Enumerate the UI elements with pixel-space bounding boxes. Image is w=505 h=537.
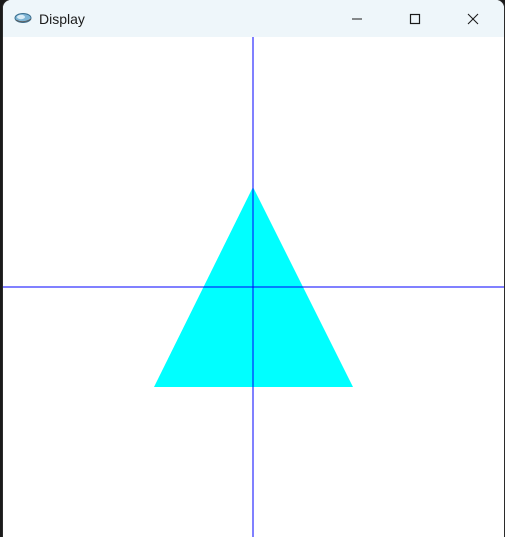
maximize-button[interactable] [386, 0, 444, 37]
close-button[interactable] [444, 0, 502, 37]
minimize-icon [352, 18, 362, 19]
maximize-icon [409, 13, 421, 24]
minimize-button[interactable] [328, 0, 386, 37]
close-icon [467, 13, 479, 24]
display-window: Display [3, 0, 504, 537]
app-icon [13, 10, 33, 26]
window-title: Display [39, 11, 85, 27]
render-canvas [3, 37, 504, 537]
title-bar[interactable]: Display [3, 0, 504, 37]
scene-svg [3, 37, 504, 537]
